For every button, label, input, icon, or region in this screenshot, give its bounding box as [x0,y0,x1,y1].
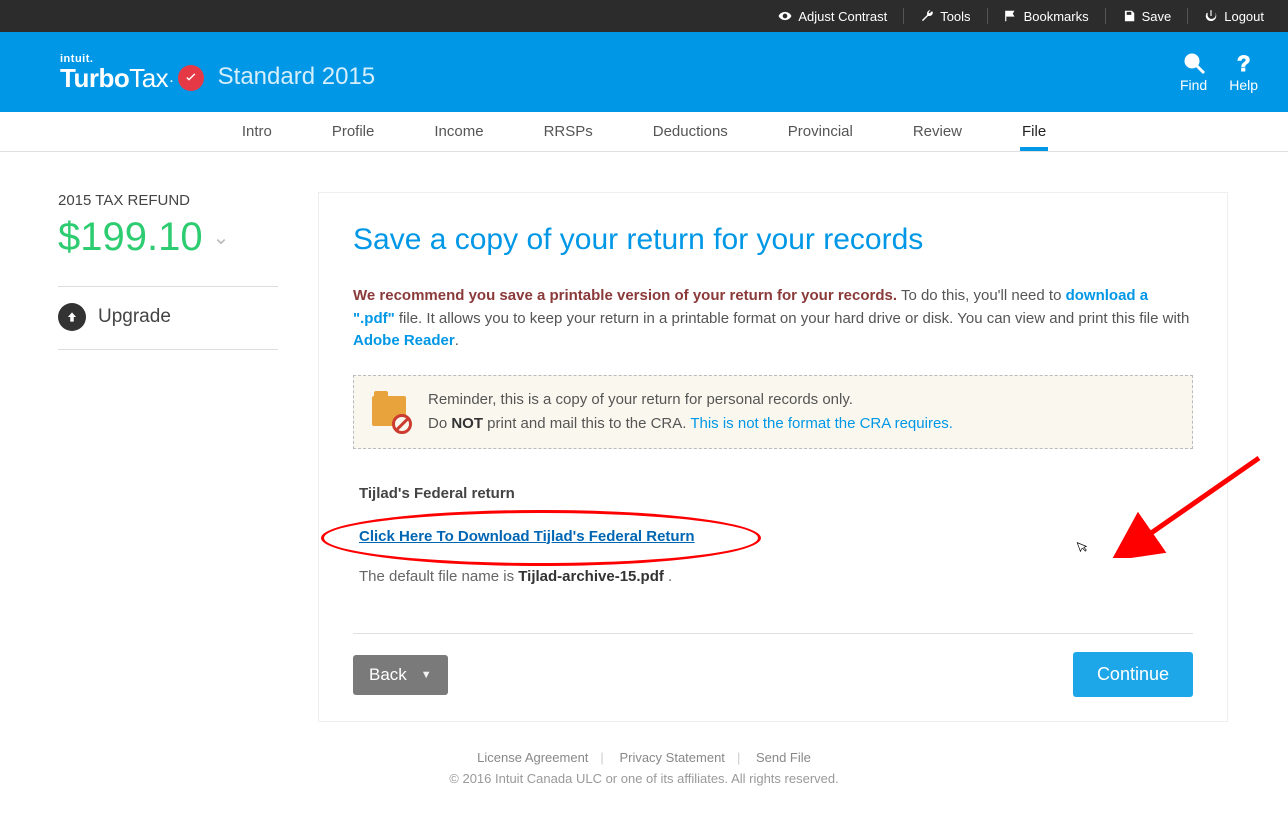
app-header: intuit. TurboTax. Standard 2015 Find ? H… [0,32,1288,112]
download-return-link[interactable]: Click Here To Download Tijlad's Federal … [359,528,695,545]
adobe-reader-link[interactable]: Adobe Reader [353,332,455,349]
topbar-separator [903,8,904,24]
tools-label: Tools [940,9,970,24]
bookmarks-link[interactable]: Bookmarks [998,9,1095,24]
brand-turbo: Turbo [60,65,129,91]
recommendation-bold: We recommend you save a printable versio… [353,287,897,304]
turbotax-logo: intuit. TurboTax. [60,54,204,91]
nav-rrsps[interactable]: RRSPs [542,113,595,150]
upgrade-link[interactable]: Upgrade [58,303,278,331]
caret-down-icon: ▼ [421,669,432,681]
save-icon [1122,9,1136,23]
back-button[interactable]: Back ▼ [353,655,448,695]
header-actions: Find ? Help [1180,51,1258,93]
main-card: Save a copy of your return for your reco… [318,192,1228,722]
power-icon [1204,9,1218,23]
nav-review[interactable]: Review [911,113,964,150]
flag-icon [1004,9,1018,23]
return-section-title: Tijlad's Federal return [359,485,1193,502]
eye-icon [778,9,792,23]
refund-amount[interactable]: $199.10 ⌄ [58,215,278,260]
svg-text:?: ? [1237,51,1250,75]
content-area: 2015 TAX REFUND $199.10 ⌄ Upgrade Save a… [0,152,1288,722]
adjust-contrast-link[interactable]: Adjust Contrast [772,9,893,24]
refund-label: 2015 TAX REFUND [58,192,278,209]
bookmarks-label: Bookmarks [1024,9,1089,24]
sidebar: 2015 TAX REFUND $199.10 ⌄ Upgrade [58,192,278,722]
reminder-text: Reminder, this is a copy of your return … [428,388,953,436]
checkmark-badge-icon [178,65,204,91]
copyright: © 2016 Intuit Canada ULC or one of its a… [0,771,1288,786]
default-filename: Tijlad-archive-15.pdf [518,568,664,585]
privacy-link[interactable]: Privacy Statement [607,750,737,765]
search-icon [1182,51,1206,75]
chevron-down-icon: ⌄ [213,225,230,250]
back-label: Back [369,665,407,685]
main-nav: Intro Profile Income RRSPs Deductions Pr… [0,112,1288,152]
reminder-box: Reminder, this is a copy of your return … [353,375,1193,449]
sidebar-divider [58,349,278,350]
question-icon: ? [1232,51,1256,75]
find-label: Find [1180,77,1207,93]
wrench-icon [920,9,934,23]
footer: License Agreement| Privacy Statement| Se… [0,750,1288,786]
default-filename-text: The default file name is Tijlad-archive-… [359,568,1193,585]
upgrade-label: Upgrade [98,306,171,328]
annotation-arrow-icon [1109,448,1269,558]
nav-profile[interactable]: Profile [330,113,377,150]
brand: intuit. TurboTax. Standard 2015 [60,54,375,91]
cra-format-link[interactable]: This is not the format the CRA requires. [690,415,953,432]
logout-label: Logout [1224,9,1264,24]
nav-intro[interactable]: Intro [240,113,274,150]
save-link[interactable]: Save [1116,9,1178,24]
topbar-separator [1187,8,1188,24]
send-file-link[interactable]: Send File [744,750,823,765]
nav-file[interactable]: File [1020,113,1048,150]
card-divider [353,633,1193,634]
nav-income[interactable]: Income [432,113,485,150]
topbar-separator [1105,8,1106,24]
logout-link[interactable]: Logout [1198,9,1270,24]
folder-blocked-icon [370,392,410,432]
utility-bar: Adjust Contrast Tools Bookmarks Save Log… [0,0,1288,32]
continue-button[interactable]: Continue [1073,652,1193,697]
find-button[interactable]: Find [1180,51,1207,93]
sidebar-divider [58,286,278,287]
brand-dot: . [169,70,173,86]
download-section: Click Here To Download Tijlad's Federal … [359,528,1193,546]
cursor-icon [1074,538,1090,558]
upgrade-arrow-icon [58,303,86,331]
save-label: Save [1142,9,1172,24]
topbar-separator [987,8,988,24]
refund-value: $199.10 [58,215,203,260]
help-label: Help [1229,77,1258,93]
nav-provincial[interactable]: Provincial [786,113,855,150]
nav-deductions[interactable]: Deductions [651,113,730,150]
page-title: Save a copy of your return for your reco… [353,223,1193,257]
tools-link[interactable]: Tools [914,9,976,24]
license-link[interactable]: License Agreement [465,750,600,765]
adjust-contrast-label: Adjust Contrast [798,9,887,24]
help-button[interactable]: ? Help [1229,51,1258,93]
brand-tax: Tax [129,65,168,91]
button-row: Back ▼ Continue [353,652,1193,697]
recommendation-text: We recommend you save a printable versio… [353,285,1193,353]
product-edition: Standard 2015 [218,63,375,91]
